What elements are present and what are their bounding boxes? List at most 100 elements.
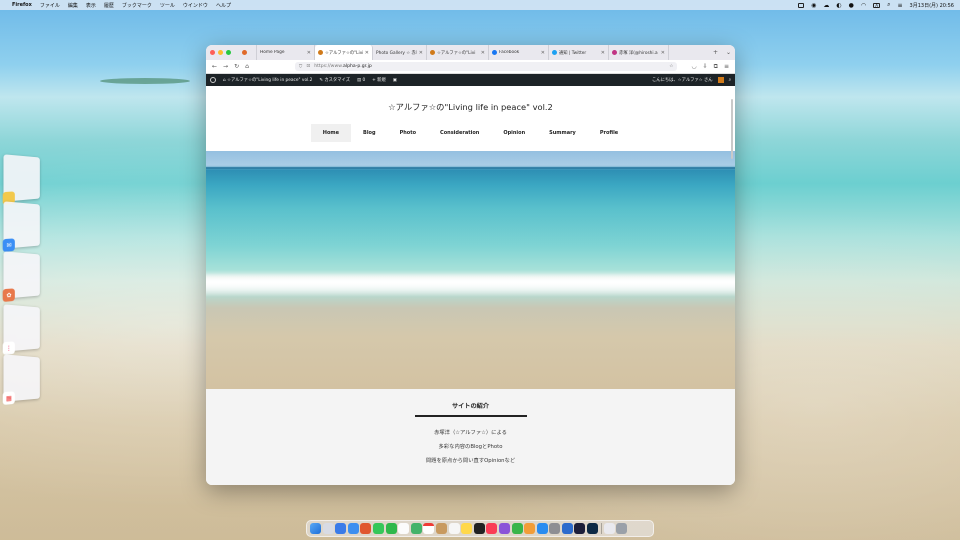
tab-close-icon[interactable]: ✕	[307, 50, 311, 56]
bookmark-star-icon[interactable]: ☆	[669, 64, 673, 69]
tab-pinned[interactable]	[239, 45, 257, 60]
new-tab-button[interactable]: +	[709, 49, 722, 56]
close-window-button[interactable]	[210, 50, 215, 55]
pages-icon[interactable]	[524, 523, 536, 534]
nav-photo[interactable]: Photo	[388, 124, 428, 142]
wp-new[interactable]: + 新規	[372, 77, 386, 83]
menubar-clock[interactable]: 3月13日(月) 20:56	[910, 2, 954, 9]
wp-new-text: 新規	[377, 78, 386, 83]
messages-icon[interactable]	[372, 523, 384, 534]
site-title[interactable]: ☆アルファ☆の"Living life in peace" vol.2	[388, 101, 553, 113]
maps-icon[interactable]	[410, 523, 422, 534]
menu-help[interactable]: ヘルプ	[216, 2, 231, 9]
tab-close-icon[interactable]: ✕	[419, 50, 423, 56]
window-icon[interactable]	[798, 2, 805, 8]
music-icon[interactable]	[486, 523, 498, 534]
nav-consideration[interactable]: Consideration	[428, 124, 491, 142]
home-icon[interactable]: ⌂	[245, 63, 249, 70]
stage-window-photos[interactable]: ✿	[2, 251, 40, 303]
search-icon[interactable]: ⌕	[887, 1, 890, 9]
tab-close-icon[interactable]: ✕	[541, 50, 545, 56]
menu-tools[interactable]: ツール	[160, 2, 175, 9]
input-source-indicator[interactable]: A	[873, 2, 881, 8]
avatar[interactable]	[717, 77, 724, 83]
tab-close-icon[interactable]: ✕	[365, 50, 369, 56]
status-circle-icon[interactable]: ◉	[811, 2, 816, 9]
tab-instagram[interactable]: 赤塚 洋(@hiroshi.a ✕	[609, 45, 669, 60]
calendar-icon[interactable]	[423, 523, 435, 534]
firefox-icon[interactable]	[360, 523, 372, 534]
menu-icon[interactable]: ≡	[724, 63, 729, 70]
tv-icon[interactable]	[473, 523, 485, 534]
stage-window-reminders[interactable]: ⋮	[2, 304, 40, 356]
mail-icon[interactable]	[335, 523, 347, 534]
nav-summary[interactable]: Summary	[537, 124, 588, 142]
menu-window[interactable]: ウインドウ	[183, 2, 208, 9]
tab-photo-gallery[interactable]: Photo Gallery ☆ 赤じ ✕	[373, 45, 427, 60]
forward-icon[interactable]: →	[223, 63, 228, 70]
control-center-icon[interactable]: ≡	[898, 2, 903, 9]
reload-icon[interactable]: ↻	[234, 63, 239, 70]
menu-file[interactable]: ファイル	[40, 2, 60, 9]
wp-greeting[interactable]: こんにちは、☆アルファ☆ さん	[652, 77, 713, 83]
shield-icon[interactable]: ⛉	[299, 64, 302, 70]
tab-close-icon[interactable]: ✕	[481, 50, 485, 56]
nav-opinion[interactable]: Opinion	[491, 124, 537, 142]
reminders-icon[interactable]	[448, 523, 460, 534]
nav-profile[interactable]: Profile	[588, 124, 630, 142]
downloads-icon[interactable]: ⇩	[703, 63, 708, 70]
app-store-icon[interactable]	[536, 523, 548, 534]
app-menu[interactable]: Firefox	[12, 2, 32, 8]
back-icon[interactable]: ←	[212, 63, 217, 70]
stage-window-notes[interactable]	[2, 154, 40, 206]
tab-alpha-active[interactable]: ☆アルファ☆の"Livi ✕	[315, 45, 373, 60]
list-all-tabs-button[interactable]: ⌄	[722, 49, 735, 56]
tab-facebook[interactable]: Facebook ✕	[489, 45, 549, 60]
lightroom-icon[interactable]	[561, 523, 573, 534]
photoshop-icon[interactable]	[587, 523, 599, 534]
zoom-window-button[interactable]	[226, 50, 231, 55]
minimize-window-button[interactable]	[218, 50, 223, 55]
menu-view[interactable]: 表示	[86, 2, 96, 9]
podcasts-icon[interactable]	[498, 523, 510, 534]
numbers-icon[interactable]	[511, 523, 523, 534]
contacts-icon[interactable]	[435, 523, 447, 534]
menu-history[interactable]: 履歴	[104, 2, 114, 9]
tab-twitter[interactable]: 通知 | Twitter ✕	[549, 45, 609, 60]
facetime-icon[interactable]	[385, 523, 397, 534]
tab-home-page[interactable]: Home Page ✕	[257, 45, 315, 60]
nav-blog[interactable]: Blog	[351, 124, 388, 142]
nav-home[interactable]: Home	[310, 124, 352, 142]
wp-customize[interactable]: ✎ カスタマイズ	[319, 77, 350, 83]
address-bar[interactable]: ⛉ ⊡ https://www.alpha-p.gr.jp ☆	[294, 62, 678, 71]
tab-close-icon[interactable]: ✕	[661, 50, 665, 56]
launchpad-icon[interactable]	[322, 523, 334, 534]
trash-icon[interactable]	[616, 523, 628, 534]
bridge-icon[interactable]	[574, 523, 586, 534]
wifi-icon[interactable]: ◠	[861, 2, 866, 9]
downloads-stack-icon[interactable]	[603, 523, 615, 534]
lock-icon[interactable]: ⊡	[306, 64, 310, 69]
cloud-icon[interactable]: ☁	[823, 2, 829, 9]
system-settings-icon[interactable]	[549, 523, 561, 534]
safari-icon[interactable]	[347, 523, 359, 534]
page-scrollbar[interactable]	[731, 99, 733, 159]
wordpress-icon[interactable]	[210, 77, 216, 83]
wp-search-icon[interactable]: ⌕	[729, 78, 731, 83]
wp-comments[interactable]: ▤ 0	[357, 78, 365, 83]
finder-icon[interactable]	[310, 523, 321, 534]
stage-window-calendar[interactable]: ▦	[2, 354, 40, 406]
dot-icon[interactable]: ●	[849, 2, 854, 9]
extensions-icon[interactable]: ⧉	[714, 63, 718, 71]
tab-alpha-2[interactable]: ☆アルファ☆の"Livi ✕	[427, 45, 489, 60]
photos-icon[interactable]	[398, 523, 410, 534]
stage-window-mail[interactable]: ✉	[2, 201, 40, 253]
tab-close-icon[interactable]: ✕	[601, 50, 605, 56]
moon-icon[interactable]: ◐	[836, 2, 841, 9]
menu-edit[interactable]: 編集	[68, 2, 78, 9]
wp-stats-icon[interactable]: ▣	[393, 78, 397, 83]
pocket-icon[interactable]: ◡	[691, 63, 696, 70]
menu-bookmarks[interactable]: ブックマーク	[122, 2, 152, 9]
wp-site-name[interactable]: ⌂ ☆アルファ☆の"Living life in peace" vol.2	[223, 77, 312, 83]
notes-icon[interactable]	[461, 523, 473, 534]
